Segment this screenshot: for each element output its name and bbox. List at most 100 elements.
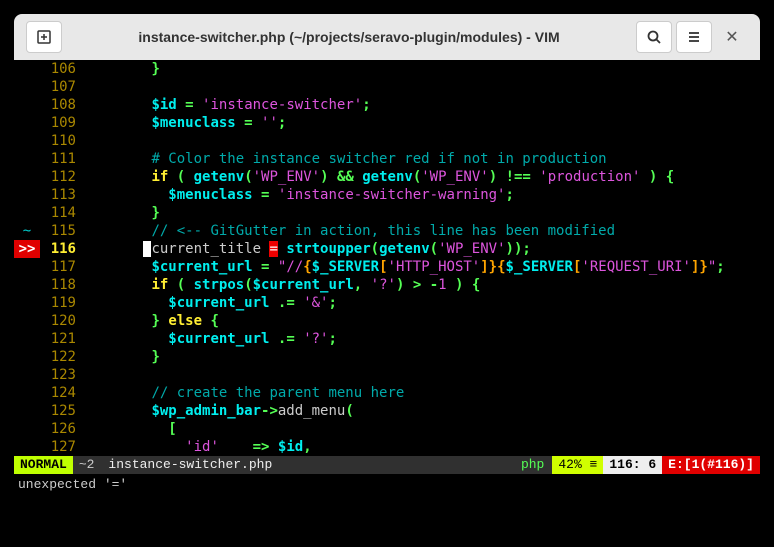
window-title: instance-switcher.php (~/projects/seravo… bbox=[64, 29, 634, 45]
code-content: } bbox=[84, 60, 760, 78]
gutter-sign bbox=[14, 204, 40, 222]
status-line: NORMAL ~2 instance-switcher.php php 42% … bbox=[14, 456, 760, 474]
gutter-sign bbox=[14, 384, 40, 402]
gutter-sign bbox=[14, 330, 40, 348]
code-content: $menuclass = ''; bbox=[84, 114, 760, 132]
line-number: 115 bbox=[40, 222, 84, 240]
line-number: 120 bbox=[40, 312, 84, 330]
code-content: // create the parent menu here bbox=[84, 384, 760, 402]
code-line: 113 $menuclass = 'instance-switcher-warn… bbox=[14, 186, 760, 204]
error-indicator: E:[1(#116)] bbox=[662, 456, 760, 474]
editor-area[interactable]: 106 }107108 $id = 'instance-switcher';10… bbox=[14, 60, 760, 500]
code-line: 118 if ( strpos($current_url, '?') > -1 … bbox=[14, 276, 760, 294]
new-tab-button[interactable] bbox=[26, 21, 62, 53]
code-line: 112 if ( getenv('WP_ENV') && getenv('WP_… bbox=[14, 168, 760, 186]
code-content bbox=[84, 366, 760, 384]
gutter-sign bbox=[14, 312, 40, 330]
code-line: 126 [ bbox=[14, 420, 760, 438]
code-line: 127 'id' => $id, bbox=[14, 438, 760, 456]
line-number: 122 bbox=[40, 348, 84, 366]
filetype-indicator: php bbox=[513, 456, 552, 474]
line-number: 107 bbox=[40, 78, 84, 96]
gutter-sign bbox=[14, 276, 40, 294]
gutter-sign bbox=[14, 420, 40, 438]
line-number: 119 bbox=[40, 294, 84, 312]
code-content: } bbox=[84, 348, 760, 366]
code-content: } else { bbox=[84, 312, 760, 330]
gutter-sign: ~ bbox=[14, 222, 40, 240]
code-content: $current_url .= '&'; bbox=[84, 294, 760, 312]
code-content: } bbox=[84, 204, 760, 222]
hamburger-icon bbox=[686, 29, 702, 45]
line-number: 125 bbox=[40, 402, 84, 420]
line-number: 118 bbox=[40, 276, 84, 294]
line-number: 124 bbox=[40, 384, 84, 402]
code-line: 121 $current_url .= '?'; bbox=[14, 330, 760, 348]
close-button[interactable]: ✕ bbox=[714, 21, 750, 53]
search-button[interactable] bbox=[636, 21, 672, 53]
code-line: 117 $current_url = "//{$_SERVER['HTTP_HO… bbox=[14, 258, 760, 276]
gutter-sign bbox=[14, 132, 40, 150]
line-number: 111 bbox=[40, 150, 84, 168]
gutter-sign bbox=[14, 348, 40, 366]
line-number: 114 bbox=[40, 204, 84, 222]
code-content: $current_url = "//{$_SERVER['HTTP_HOST']… bbox=[84, 258, 760, 276]
window-titlebar: instance-switcher.php (~/projects/seravo… bbox=[14, 14, 760, 60]
line-number: 109 bbox=[40, 114, 84, 132]
line-number: 108 bbox=[40, 96, 84, 114]
code-content: current_title = strtoupper(getenv('WP_EN… bbox=[84, 240, 760, 258]
line-number: 106 bbox=[40, 60, 84, 78]
code-content bbox=[84, 132, 760, 150]
code-content: // <-- GitGutter in action, this line ha… bbox=[84, 222, 760, 240]
close-icon: ✕ bbox=[725, 27, 738, 47]
line-number: 110 bbox=[40, 132, 84, 150]
line-number: 123 bbox=[40, 366, 84, 384]
code-line: 120 } else { bbox=[14, 312, 760, 330]
line-number: 117 bbox=[40, 258, 84, 276]
plus-square-icon bbox=[36, 29, 52, 45]
search-icon bbox=[646, 29, 662, 45]
code-line: 110 bbox=[14, 132, 760, 150]
code-line: 122 } bbox=[14, 348, 760, 366]
code-line: 119 $current_url .= '&'; bbox=[14, 294, 760, 312]
gutter-sign: >> bbox=[14, 240, 40, 258]
menu-button[interactable] bbox=[676, 21, 712, 53]
gutter-sign bbox=[14, 150, 40, 168]
code-content bbox=[84, 78, 760, 96]
message-line: unexpected '=' bbox=[14, 474, 760, 496]
line-number: 121 bbox=[40, 330, 84, 348]
filename-indicator: instance-switcher.php bbox=[100, 456, 513, 474]
code-content: if ( getenv('WP_ENV') && getenv('WP_ENV'… bbox=[84, 168, 760, 186]
gutter-sign bbox=[14, 366, 40, 384]
percent-indicator: 42% ≡ bbox=[552, 456, 603, 474]
code-content: $id = 'instance-switcher'; bbox=[84, 96, 760, 114]
code-content: # Color the instance switcher red if not… bbox=[84, 150, 760, 168]
gutter-sign bbox=[14, 114, 40, 132]
code-line: 109 $menuclass = ''; bbox=[14, 114, 760, 132]
git-branch-indicator: ~2 bbox=[73, 456, 101, 474]
line-number: 112 bbox=[40, 168, 84, 186]
gutter-sign bbox=[14, 78, 40, 96]
gutter-sign bbox=[14, 60, 40, 78]
code-line: 114 } bbox=[14, 204, 760, 222]
code-content: $current_url .= '?'; bbox=[84, 330, 760, 348]
code-line: 106 } bbox=[14, 60, 760, 78]
line-number: 116 bbox=[40, 240, 84, 258]
code-line: ~115 // <-- GitGutter in action, this li… bbox=[14, 222, 760, 240]
code-content: 'id' => $id, bbox=[84, 438, 760, 456]
code-line: 111 # Color the instance switcher red if… bbox=[14, 150, 760, 168]
code-line: 124 // create the parent menu here bbox=[14, 384, 760, 402]
code-content: if ( strpos($current_url, '?') > -1 ) { bbox=[84, 276, 760, 294]
code-line: 107 bbox=[14, 78, 760, 96]
position-indicator: 116: 6 bbox=[603, 456, 662, 474]
code-content: $wp_admin_bar->add_menu( bbox=[84, 402, 760, 420]
line-number: 126 bbox=[40, 420, 84, 438]
gutter-sign bbox=[14, 294, 40, 312]
line-number: 113 bbox=[40, 186, 84, 204]
gutter-sign bbox=[14, 168, 40, 186]
gutter-sign bbox=[14, 186, 40, 204]
gutter-sign bbox=[14, 258, 40, 276]
code-line: 108 $id = 'instance-switcher'; bbox=[14, 96, 760, 114]
line-number: 127 bbox=[40, 438, 84, 456]
code-content: $menuclass = 'instance-switcher-warning'… bbox=[84, 186, 760, 204]
